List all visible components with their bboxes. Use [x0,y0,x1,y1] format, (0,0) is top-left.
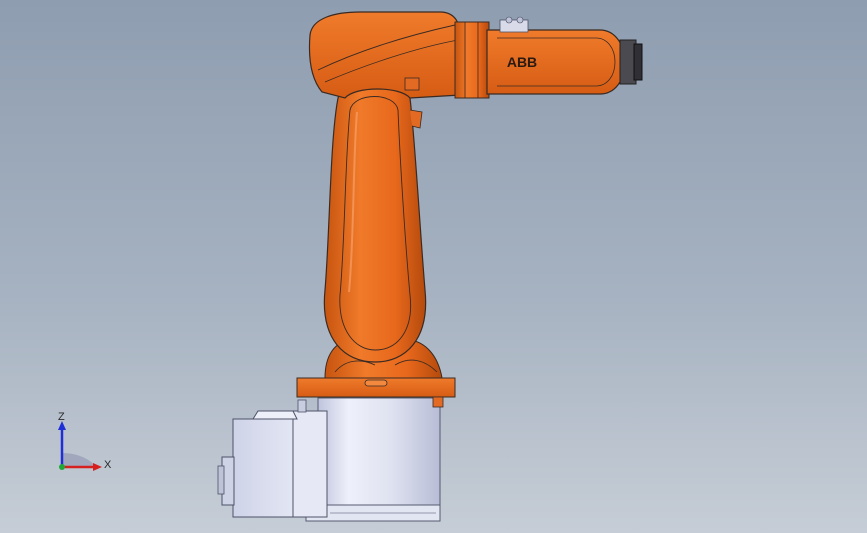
axis-4-joint[interactable] [454,21,490,99]
triad-x-label: X [104,459,112,471]
triad-axes-icon [58,421,102,471]
abb-logo-label: ABB [507,54,537,70]
robot-model-3d-view[interactable]: ABB [0,0,867,533]
lower-arm[interactable] [323,82,427,363]
base-connector-box[interactable] [217,399,328,518]
wrist-tool-flange[interactable] [619,39,643,85]
upper-arm[interactable] [308,11,462,99]
graphics-viewport[interactable]: ABB Z X [0,0,867,533]
reference-triad: Z X [40,405,120,485]
forearm[interactable]: ABB [486,16,626,95]
triad-z-label: Z [58,411,65,423]
